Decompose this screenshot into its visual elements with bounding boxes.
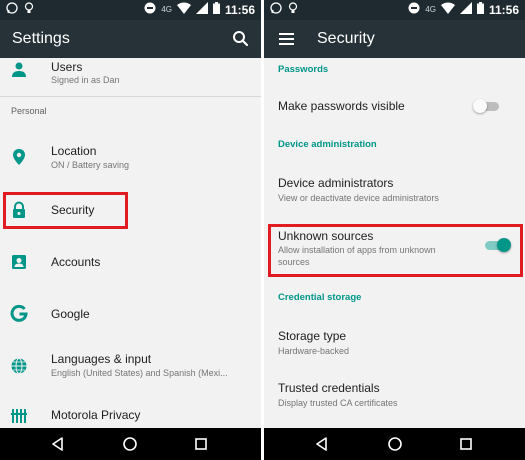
google-icon — [10, 304, 28, 322]
settings-item-users[interactable]: Users Signed in as Dan — [0, 58, 261, 96]
status-bar: 4G 11:56 — [264, 0, 525, 20]
highlight-box-unknown-sources — [268, 224, 523, 277]
motorola-privacy-icon — [10, 406, 28, 424]
settings-item-languages[interactable]: Languages & input English (United States… — [0, 346, 261, 386]
status-time: 11:56 — [488, 2, 519, 17]
network-type-label: 4G — [425, 5, 436, 14]
whatsapp-icon — [270, 2, 282, 17]
signal-icon — [459, 2, 472, 17]
recents-icon[interactable] — [193, 436, 209, 452]
security-item-storage-type[interactable]: Storage type Hardware-backed — [264, 320, 525, 364]
security-item-title: Make passwords visible — [278, 99, 405, 113]
settings-item-title: Languages & input — [51, 352, 152, 366]
recents-icon[interactable] — [458, 436, 474, 452]
settings-item-title: Location — [51, 144, 97, 158]
back-icon[interactable] — [314, 436, 330, 452]
security-item-subtitle: View or deactivate device administrators — [278, 193, 439, 203]
settings-item-accounts[interactable]: Accounts — [0, 244, 261, 280]
back-icon[interactable] — [50, 436, 66, 452]
section-header-credential-storage: Credential storage — [278, 292, 362, 303]
settings-screen: 4G 11:56 Settings Users Signed in as Dan… — [0, 0, 261, 460]
settings-item-motorola-privacy[interactable]: Motorola Privacy — [0, 400, 261, 428]
settings-item-subtitle: English (United States) and Spanish (Mex… — [51, 368, 228, 378]
security-item-subtitle: Hardware-backed — [278, 346, 350, 356]
security-item-title: Trusted credentials — [278, 381, 380, 395]
security-item-device-administrators[interactable]: Device administrators View or deactivate… — [264, 166, 525, 210]
bulb-icon — [24, 2, 34, 17]
do-not-disturb-icon — [144, 2, 156, 17]
nav-bar — [0, 428, 261, 460]
battery-icon — [212, 2, 220, 17]
security-item-trusted-credentials[interactable]: Trusted credentials Display trusted CA c… — [264, 374, 525, 418]
location-pin-icon — [10, 148, 28, 166]
page-title: Settings — [12, 30, 70, 47]
settings-item-google[interactable]: Google — [0, 296, 261, 332]
nav-bar — [264, 428, 525, 460]
settings-item-title: Users — [51, 60, 83, 74]
wifi-icon — [176, 2, 191, 17]
globe-icon — [10, 357, 28, 375]
search-icon[interactable] — [230, 28, 252, 50]
settings-item-subtitle: Signed in as Dan — [51, 75, 120, 85]
accounts-icon — [10, 253, 28, 271]
home-icon[interactable] — [122, 436, 138, 452]
status-time: 11:56 — [224, 2, 255, 17]
whatsapp-icon — [6, 2, 18, 17]
person-icon — [10, 61, 28, 79]
section-header-personal: Personal — [11, 106, 47, 116]
security-item-title: Device administrators — [278, 176, 394, 190]
security-item-subtitle: Display trusted CA certificates — [278, 398, 398, 408]
do-not-disturb-icon — [408, 2, 420, 17]
settings-item-title: Motorola Privacy — [51, 408, 141, 422]
network-type-label: 4G — [161, 5, 172, 14]
settings-item-subtitle: ON / Battery saving — [51, 160, 130, 170]
security-list: Passwords Make passwords visible Device … — [264, 58, 525, 428]
status-bar: 4G 11:56 — [0, 0, 261, 20]
section-header-device-administration: Device administration — [278, 139, 377, 150]
divider — [0, 96, 261, 97]
app-bar: Security — [264, 20, 525, 58]
security-item-make-passwords-visible[interactable]: Make passwords visible — [264, 86, 525, 126]
security-screen: 4G 11:56 Security Passwords Make passwor… — [264, 0, 525, 460]
highlight-box-security — [3, 192, 128, 229]
settings-item-title: Accounts — [51, 255, 101, 269]
menu-icon[interactable] — [276, 28, 298, 50]
section-header-passwords: Passwords — [278, 64, 329, 75]
security-item-title: Storage type — [278, 329, 347, 343]
settings-list: Users Signed in as Dan Personal Location… — [0, 58, 261, 428]
signal-icon — [195, 2, 208, 17]
wifi-icon — [440, 2, 455, 17]
bulb-icon — [288, 2, 298, 17]
app-bar: Settings — [0, 20, 261, 58]
make-passwords-visible-toggle[interactable] — [473, 99, 499, 113]
page-title: Security — [317, 30, 375, 47]
settings-item-title: Google — [51, 307, 90, 321]
home-icon[interactable] — [387, 436, 403, 452]
settings-item-location[interactable]: Location ON / Battery saving — [0, 138, 261, 178]
battery-icon — [476, 2, 484, 17]
